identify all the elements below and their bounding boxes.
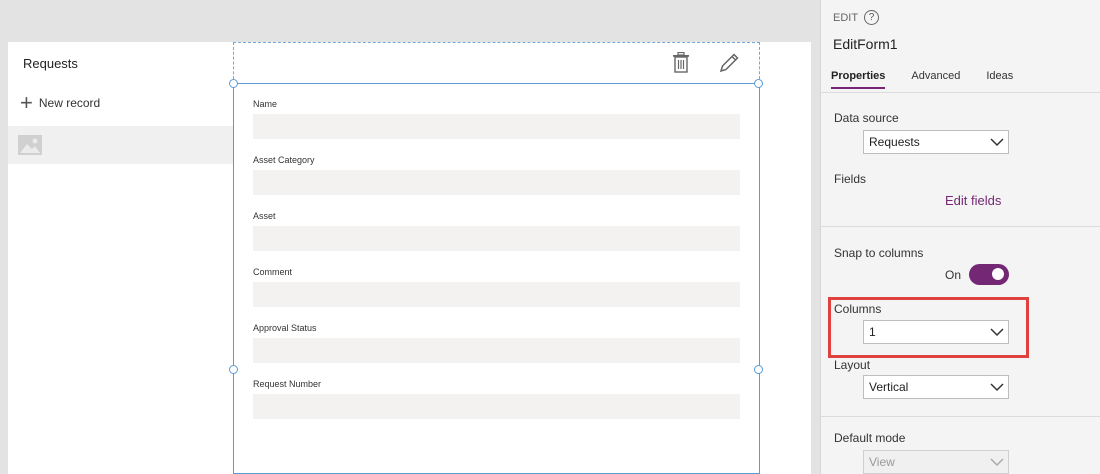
requests-gallery[interactable]: Requests + New record	[8, 42, 233, 474]
highlight-box	[828, 297, 1029, 358]
control-name[interactable]: EditForm1	[833, 36, 898, 52]
chevron-down-icon	[990, 458, 1004, 467]
divider	[821, 92, 1100, 93]
request-number-input[interactable]	[253, 394, 740, 419]
pencil-icon[interactable]	[718, 52, 740, 74]
panel-tabs: Properties Advanced Ideas	[831, 70, 1039, 89]
gallery-title: Requests	[23, 56, 78, 71]
default-mode-dropdown[interactable]: View	[863, 450, 1009, 474]
form-field-asset-category[interactable]: Asset Category	[253, 154, 740, 195]
resize-handle-top-left[interactable]	[229, 79, 238, 88]
form-field-approval-status[interactable]: Approval Status	[253, 322, 740, 363]
name-input[interactable]	[253, 114, 740, 139]
field-label: Comment	[253, 267, 293, 277]
data-source-dropdown[interactable]: Requests	[863, 130, 1009, 154]
approval-status-input[interactable]	[253, 338, 740, 363]
form-field-name[interactable]: Name	[253, 98, 740, 139]
edit-label: EDIT	[833, 11, 859, 24]
fields-label: Fields	[834, 172, 867, 186]
field-label: Name	[253, 99, 278, 109]
layout-value: Vertical	[869, 380, 909, 394]
edit-fields-link[interactable]: Edit fields	[945, 193, 1001, 208]
app-screen: Requests + New record Name Asset Categor…	[8, 42, 811, 474]
properties-panel: EDIT ? EditForm1 Properties Advanced Ide…	[820, 0, 1100, 474]
asset-category-input[interactable]	[253, 170, 740, 195]
toggle-knob	[992, 268, 1004, 280]
field-label: Approval Status	[253, 323, 317, 333]
help-icon[interactable]: ?	[864, 10, 880, 25]
app-canvas: Requests + New record Name Asset Categor…	[0, 0, 820, 474]
default-mode-label: Default mode	[834, 431, 906, 445]
divider	[821, 226, 1100, 227]
plus-icon: +	[20, 90, 33, 115]
resize-handle-mid-right[interactable]	[754, 365, 763, 374]
field-label: Request Number	[253, 379, 322, 389]
chevron-down-icon	[990, 138, 1004, 147]
chevron-down-icon	[990, 383, 1004, 392]
default-mode-value: View	[869, 455, 895, 469]
tab-advanced[interactable]: Advanced	[911, 70, 960, 89]
edit-form[interactable]: Name Asset Category Asset Comment Approv…	[233, 83, 760, 474]
divider	[821, 416, 1100, 417]
new-record-label: New record	[38, 96, 101, 110]
image-placeholder-icon	[18, 135, 42, 155]
tab-properties[interactable]: Properties	[831, 70, 886, 89]
data-source-label: Data source	[834, 111, 899, 125]
tab-ideas[interactable]: Ideas	[986, 70, 1013, 89]
trash-icon[interactable]	[672, 52, 690, 74]
panel-section-label: EDIT ?	[833, 10, 880, 25]
form-field-request-number[interactable]: Request Number	[253, 378, 740, 419]
asset-input[interactable]	[253, 226, 740, 251]
gallery-row[interactable]	[8, 126, 233, 164]
form-field-asset[interactable]: Asset	[253, 210, 740, 251]
layout-dropdown[interactable]: Vertical	[863, 375, 1009, 399]
comment-input[interactable]	[253, 282, 740, 307]
data-source-value: Requests	[869, 135, 920, 149]
layout-label: Layout	[834, 358, 871, 372]
resize-handle-mid-left[interactable]	[229, 365, 238, 374]
snap-to-columns-label: Snap to columns	[834, 246, 924, 260]
field-label: Asset Category	[253, 155, 315, 165]
form-field-comment[interactable]: Comment	[253, 266, 740, 307]
new-record-button[interactable]: + New record	[20, 90, 101, 115]
snap-state-label: On	[945, 268, 962, 282]
resize-handle-top-right[interactable]	[754, 79, 763, 88]
snap-to-columns-toggle[interactable]	[969, 264, 1009, 285]
field-label: Asset	[253, 211, 276, 221]
